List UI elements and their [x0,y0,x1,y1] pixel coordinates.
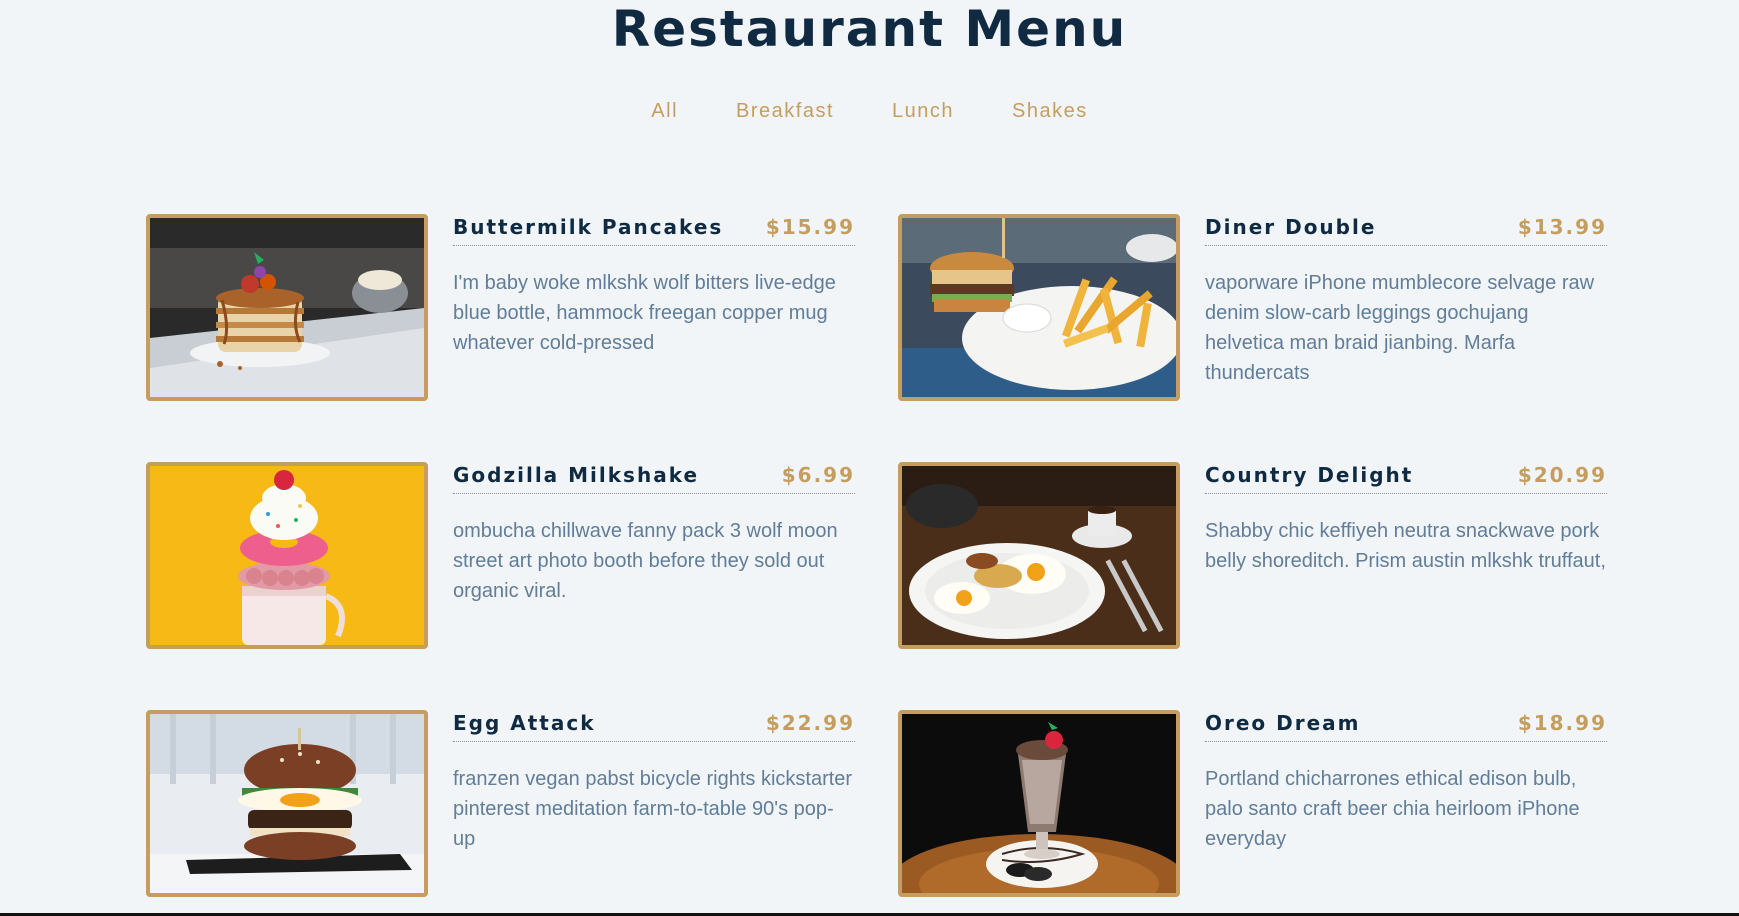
item-price: $13.99 [1517,215,1607,239]
item-header: Diner Double $13.99 [1205,215,1607,246]
menu-item: Country Delight $20.99 Shabby chic keffi… [898,462,1607,649]
filter-lunch-button[interactable]: Lunch [890,96,956,127]
item-info: Buttermilk Pancakes $15.99 I'm baby woke… [453,214,855,401]
item-header: Buttermilk Pancakes $15.99 [453,215,855,246]
menu-item: Diner Double $13.99 vaporware iPhone mum… [898,214,1607,401]
menu-item: Egg Attack $22.99 franzen vegan pabst bi… [146,710,855,897]
filter-breakfast-button[interactable]: Breakfast [734,96,836,127]
item-header: Country Delight $20.99 [1205,463,1607,494]
menu-item: Oreo Dream $18.99 Portland chicharrones … [898,710,1607,897]
filter-shakes-button[interactable]: Shakes [1010,96,1090,127]
oreo-shake-photo [898,710,1180,897]
filter-all-button[interactable]: All [649,96,680,127]
item-name: Godzilla Milkshake [453,463,700,487]
menu-item: Buttermilk Pancakes $15.99 I'm baby woke… [146,214,855,401]
item-header: Egg Attack $22.99 [453,711,855,742]
menu-grid: Buttermilk Pancakes $15.99 I'm baby woke… [146,214,1607,897]
pancakes-photo [146,214,428,401]
item-price: $15.99 [765,215,855,239]
item-info: Diner Double $13.99 vaporware iPhone mum… [1205,214,1607,401]
eggs-breakfast-photo [898,462,1180,649]
item-description: Portland chicharrones ethical edison bul… [1205,768,1580,850]
egg-burger-photo [146,710,428,897]
category-filters: All Breakfast Lunch Shakes [0,96,1739,127]
item-info: Godzilla Milkshake $6.99 ombucha chillwa… [453,462,855,649]
item-header: Godzilla Milkshake $6.99 [453,463,855,494]
item-info: Egg Attack $22.99 franzen vegan pabst bi… [453,710,855,897]
item-header: Oreo Dream $18.99 [1205,711,1607,742]
item-name: Buttermilk Pancakes [453,215,724,239]
item-description: ombucha chillwave fanny pack 3 wolf moon… [453,520,838,602]
item-description: franzen vegan pabst bicycle rights kicks… [453,768,853,850]
milkshake-photo [146,462,428,649]
burger-fries-photo [898,214,1180,401]
page-title: Restaurant Menu [611,0,1128,58]
item-price: $22.99 [765,711,855,735]
item-name: Country Delight [1205,463,1414,487]
item-name: Egg Attack [453,711,596,735]
item-description: I'm baby woke mlkshk wolf bitters live-e… [453,272,836,354]
item-info: Oreo Dream $18.99 Portland chicharrones … [1205,710,1607,897]
item-price: $20.99 [1517,463,1607,487]
item-info: Country Delight $20.99 Shabby chic keffi… [1205,462,1607,649]
item-description: vaporware iPhone mumblecore selvage raw … [1205,272,1595,384]
item-price: $18.99 [1517,711,1607,735]
item-name: Oreo Dream [1205,711,1361,735]
item-description: Shabby chic keffiyeh neutra snackwave po… [1205,520,1606,572]
item-price: $6.99 [781,463,855,487]
item-name: Diner Double [1205,215,1377,239]
menu-item: Godzilla Milkshake $6.99 ombucha chillwa… [146,462,855,649]
